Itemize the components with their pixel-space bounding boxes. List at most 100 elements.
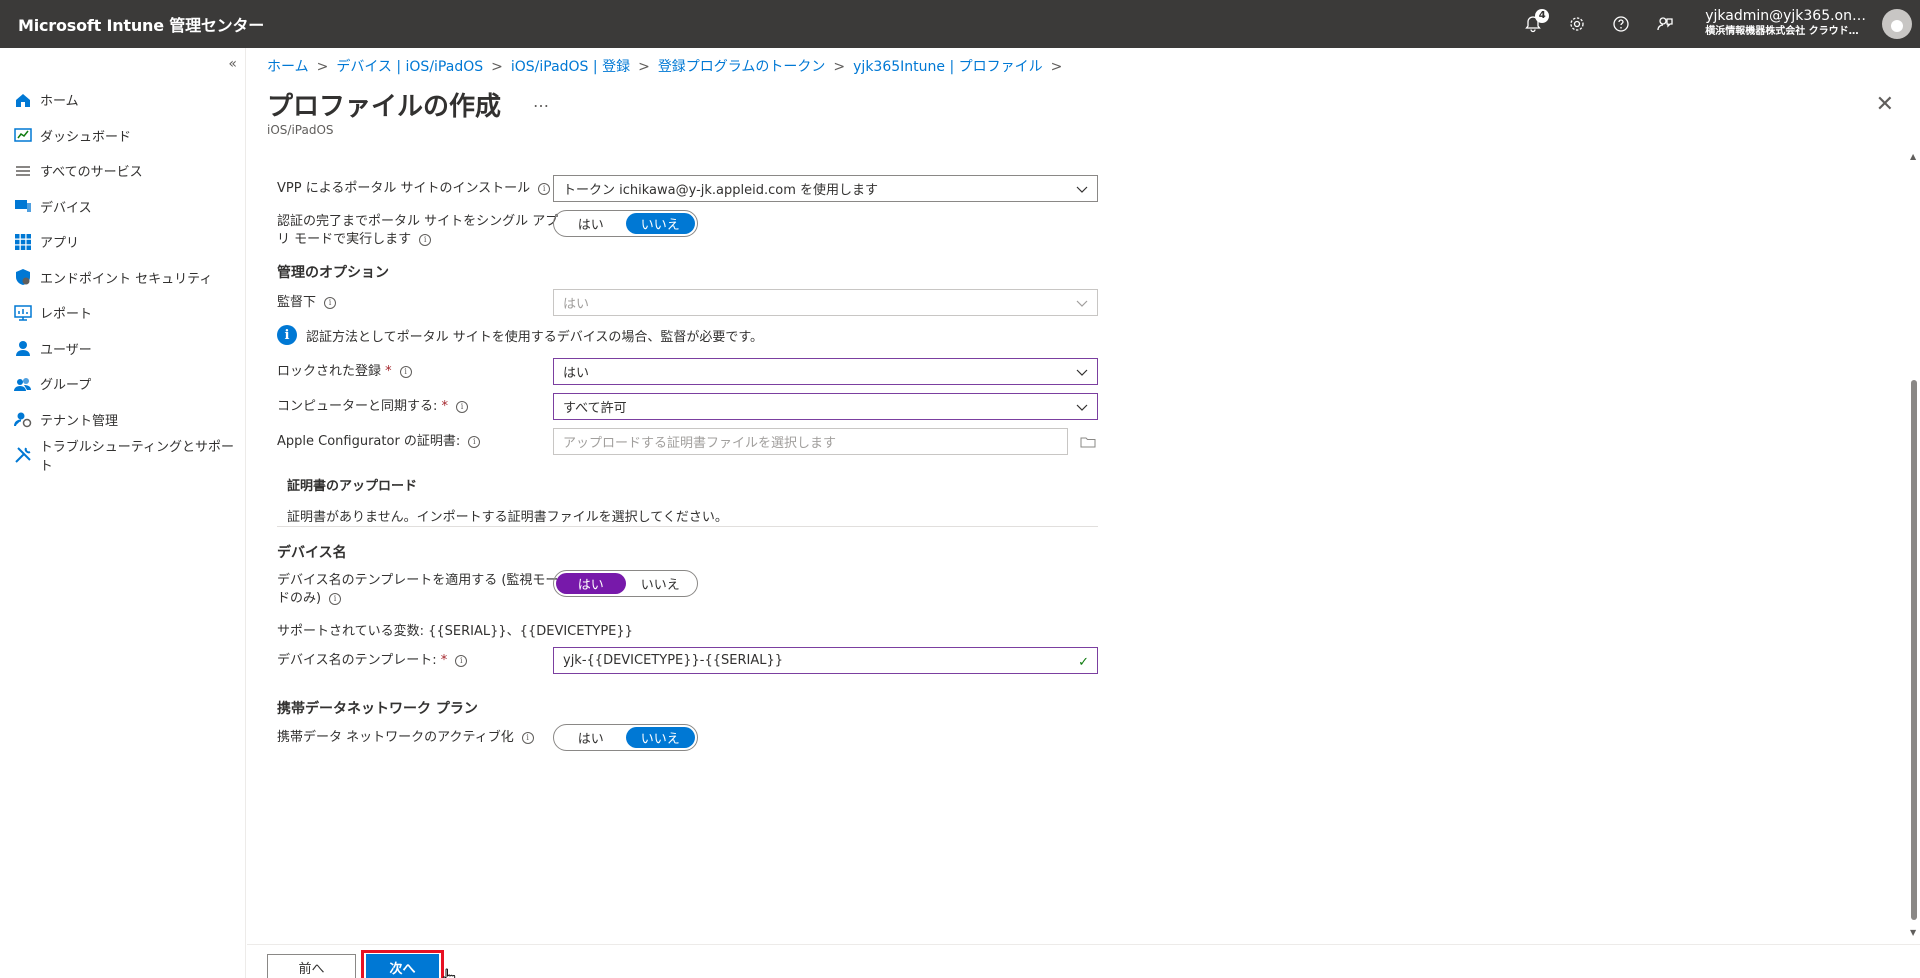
scrollbar[interactable]: ▲ ▼ xyxy=(1908,148,1920,944)
toggle-yes[interactable]: はい xyxy=(556,573,626,594)
single-app-toggle[interactable]: はい いいえ xyxy=(553,210,698,237)
avatar[interactable] xyxy=(1882,9,1912,39)
apply-template-toggle[interactable]: はい いいえ xyxy=(553,570,698,597)
info-message: i 認証方法としてポータル サイトを使用するデバイスの場合、監督が必要です。 xyxy=(277,325,763,345)
info-icon[interactable]: i xyxy=(399,365,412,378)
certificate-file-placeholder: アップロードする証明書ファイルを選択します xyxy=(563,436,837,451)
avatar-head-shape xyxy=(1891,20,1903,32)
locked-enrollment-value: はい xyxy=(563,366,590,381)
supervised-dropdown-value: はい xyxy=(563,297,590,312)
scrollbar-thumb[interactable] xyxy=(1911,380,1917,920)
previous-button[interactable]: 前へ xyxy=(267,954,356,978)
sidebar-item-apps[interactable]: アプリ xyxy=(0,224,245,260)
sidebar-item-endpoint-security[interactable]: エンドポイント セキュリティ xyxy=(0,260,245,296)
highlight-box xyxy=(361,950,444,978)
breadcrumb-enrollment-tokens[interactable]: 登録プログラムのトークン xyxy=(658,59,826,75)
single-app-label: 認証の完了までポータル サイトをシングル アプ リ モードで実行します i xyxy=(277,213,558,249)
sidebar-item-all-services[interactable]: すべてのサービス xyxy=(0,153,245,189)
sidebar-item-troubleshooting[interactable]: トラブルシューティングとサポート xyxy=(0,437,245,474)
sidebar-item-label: すべてのサービス xyxy=(40,165,143,181)
breadcrumb-home[interactable]: ホーム xyxy=(267,59,309,75)
chevron-down-icon xyxy=(1076,369,1088,376)
breadcrumb-separator: > xyxy=(491,59,503,75)
breadcrumb-devices-ios[interactable]: デバイス | iOS/iPadOS xyxy=(336,59,483,75)
info-icon[interactable]: i xyxy=(419,233,432,246)
page-title: プロファイルの作成 xyxy=(267,92,502,122)
info-circle-icon: i xyxy=(277,325,297,345)
toggle-no[interactable]: いいえ xyxy=(626,573,696,594)
sync-computers-dropdown[interactable]: すべて許可 xyxy=(553,393,1098,420)
breadcrumb-profiles[interactable]: yjk365Intune | プロファイル xyxy=(853,59,1042,75)
device-name-template-label: デバイス名のテンプレート: * i xyxy=(277,652,468,670)
scroll-down-arrow-icon[interactable]: ▼ xyxy=(1910,928,1916,937)
notifications-button[interactable]: 4 xyxy=(1511,0,1555,48)
toggle-yes[interactable]: はい xyxy=(556,213,626,234)
management-section-title: 管理のオプション xyxy=(277,265,389,281)
close-icon[interactable]: ✕ xyxy=(1876,92,1894,117)
sidebar-item-label: ユーザー xyxy=(40,342,92,358)
breadcrumb-ios-enrollment[interactable]: iOS/iPadOS | 登録 xyxy=(511,59,630,75)
help-button[interactable] xyxy=(1599,0,1643,48)
single-app-label-line1: 認証の完了までポータル サイトをシングル アプ xyxy=(277,214,559,229)
scroll-up-arrow-icon[interactable]: ▲ xyxy=(1910,152,1916,161)
device-name-template-value: yjk-{{DEVICETYPE}}-{{SERIAL}} xyxy=(563,653,784,668)
sidebar-item-tenant-admin[interactable]: テナント管理 xyxy=(0,402,245,438)
sidebar-item-reports[interactable]: レポート xyxy=(0,295,245,331)
apps-icon xyxy=(13,232,33,252)
info-icon[interactable]: i xyxy=(324,296,337,309)
toggle-no[interactable]: いいえ xyxy=(625,213,695,234)
more-options-button[interactable]: … xyxy=(533,92,549,111)
account-info[interactable]: yjkadmin@yjk365.on… 横浜情報機器株式会社 クラウド… xyxy=(1687,8,1876,40)
info-icon[interactable]: i xyxy=(538,182,551,195)
device-name-template-input[interactable]: yjk-{{DEVICETYPE}}-{{SERIAL}} ✓ xyxy=(553,647,1098,674)
sync-computers-value: すべて許可 xyxy=(563,401,627,416)
dashboard-icon xyxy=(13,125,33,145)
list-icon xyxy=(13,161,33,181)
hand-cursor-icon xyxy=(442,968,456,978)
sidebar-item-users[interactable]: ユーザー xyxy=(0,331,245,367)
app-title[interactable]: Microsoft Intune 管理センター xyxy=(0,12,264,36)
collapse-sidebar-button[interactable]: « xyxy=(228,56,237,72)
sidebar-item-label: デバイス xyxy=(40,200,92,216)
info-icon[interactable]: i xyxy=(521,731,534,744)
settings-button[interactable] xyxy=(1555,0,1599,48)
checkmark-icon: ✓ xyxy=(1078,655,1089,670)
sidebar-item-label: グループ xyxy=(40,378,92,394)
vpp-label: VPP によるポータル サイトのインストール i xyxy=(277,180,551,198)
sidebar-item-groups[interactable]: グループ xyxy=(0,366,245,402)
toggle-no[interactable]: いいえ xyxy=(625,727,695,748)
cellular-activation-label-text: 携帯データ ネットワークのアクティブ化 xyxy=(277,730,514,745)
gear-icon xyxy=(1570,17,1584,31)
vpp-label-text: VPP によるポータル サイトのインストール xyxy=(277,181,531,196)
sidebar-item-home[interactable]: ホーム xyxy=(0,82,245,118)
chevron-down-icon xyxy=(1076,300,1088,307)
reports-icon xyxy=(13,303,33,323)
apply-template-label-line1: デバイス名のテンプレートを適用する (監視モー xyxy=(277,573,559,588)
info-message-text: 認証方法としてポータル サイトを使用するデバイスの場合、監督が必要です。 xyxy=(306,329,764,345)
feedback-button[interactable] xyxy=(1643,0,1687,48)
certificate-file-input[interactable]: アップロードする証明書ファイルを選択します xyxy=(553,428,1068,455)
locked-enrollment-label-text: ロックされた登録 xyxy=(277,364,382,379)
folder-icon[interactable] xyxy=(1080,434,1096,450)
account-org: 横浜情報機器株式会社 クラウド… xyxy=(1705,26,1859,37)
device-name-template-label-text: デバイス名のテンプレート: xyxy=(277,653,437,668)
breadcrumb-separator: > xyxy=(316,59,329,75)
sidebar-item-dashboard[interactable]: ダッシュボード xyxy=(0,118,245,154)
toggle-yes[interactable]: はい xyxy=(556,727,626,748)
breadcrumb-separator: > xyxy=(1050,59,1063,75)
info-icon[interactable]: i xyxy=(468,435,481,448)
cellular-activation-toggle[interactable]: はい いいえ xyxy=(553,724,698,751)
breadcrumb-separator: > xyxy=(638,59,650,75)
info-icon[interactable]: i xyxy=(456,400,469,413)
info-icon[interactable]: i xyxy=(455,654,468,667)
sidebar-item-devices[interactable]: デバイス xyxy=(0,189,245,225)
help-icon xyxy=(1613,16,1629,32)
sidebar: « ホーム ダッシュボード すべてのサービス デバイス アプリ エンドポイント … xyxy=(0,48,246,978)
info-icon[interactable]: i xyxy=(329,592,342,605)
locked-enrollment-dropdown[interactable]: はい xyxy=(553,358,1098,385)
device-name-section-title: デバイス名 xyxy=(277,545,347,561)
vpp-dropdown[interactable]: トークン ichikawa@y-jk.appleid.com を使用します xyxy=(553,175,1098,202)
sidebar-nav: ホーム ダッシュボード すべてのサービス デバイス アプリ エンドポイント セキ… xyxy=(0,82,245,474)
section-divider xyxy=(277,526,1098,527)
cert-upload-title: 証明書のアップロード xyxy=(287,479,418,494)
